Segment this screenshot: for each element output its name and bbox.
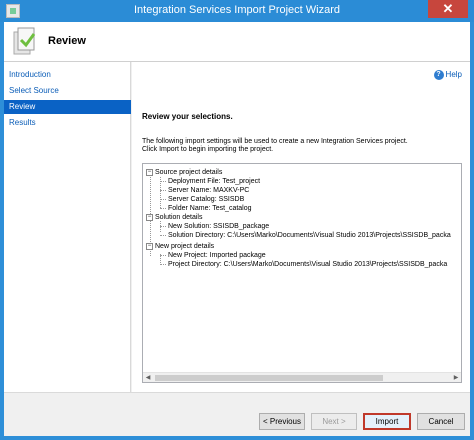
collapse-toggle-icon[interactable]: − — [146, 168, 153, 176]
tree-node-label: Source project details — [155, 169, 223, 176]
tree-leaf-folder-name[interactable]: Folder Name: Test_catalog — [168, 204, 252, 213]
page-header: Review — [4, 22, 470, 62]
cancel-button[interactable]: Cancel — [417, 413, 465, 430]
tree-node-label: New project details — [155, 243, 215, 250]
tree-guide — [160, 199, 166, 200]
previous-button[interactable]: < Previous — [259, 413, 305, 430]
help-icon: ? — [433, 70, 444, 80]
tree-node-source[interactable]: − Source project details — [146, 168, 222, 177]
scroll-right-icon[interactable]: ▶ — [451, 373, 461, 382]
tree-guide — [160, 226, 166, 227]
title-bar[interactable]: Integration Services Import Project Wiza… — [0, 0, 474, 22]
page-title: Review — [48, 35, 86, 47]
collapse-toggle-icon[interactable]: − — [146, 213, 153, 221]
description: The following import settings will be us… — [142, 138, 462, 154]
scroll-left-icon[interactable]: ◀ — [143, 373, 153, 382]
section-title: Review your selections. — [142, 112, 233, 121]
wizard-nav: Introduction Select Source Review Result… — [4, 62, 131, 392]
tree-guide — [160, 235, 166, 236]
close-button[interactable]: ✕ — [428, 0, 468, 18]
tree-leaf-deployment-file[interactable]: Deployment File: Test_project — [168, 177, 260, 186]
tree-guide — [160, 255, 166, 256]
description-line-2: Click Import to begin importing the proj… — [142, 146, 274, 153]
window-title: Integration Services Import Project Wiza… — [133, 4, 341, 16]
wizard-page-icon — [13, 27, 36, 55]
tree-leaf-server-name[interactable]: Server Name: MAXKV-PC — [168, 186, 249, 195]
review-tree-view[interactable]: − Source project details Deployment File:… — [142, 163, 462, 383]
tree-leaf-server-catalog[interactable]: Server Catalog: SSISDB — [168, 195, 244, 204]
wizard-footer: < Previous Next > Import Cancel — [4, 392, 470, 436]
nav-item-review[interactable]: Review — [4, 100, 131, 114]
tree-node-solution[interactable]: − Solution details — [146, 213, 202, 222]
review-content: ? Help Review your selections. The follow… — [132, 62, 470, 392]
tree-leaf-new-project[interactable]: New Project: Imported package — [168, 251, 266, 260]
import-button[interactable]: Import — [363, 413, 411, 430]
tree-node-new-project[interactable]: − New project details — [146, 242, 214, 251]
collapse-toggle-icon[interactable]: − — [146, 242, 153, 250]
horizontal-scrollbar[interactable]: ◀ ▶ — [143, 372, 461, 382]
nav-item-introduction[interactable]: Introduction — [4, 68, 131, 82]
next-button[interactable]: Next > — [311, 413, 357, 430]
wizard-window: Integration Services Import Project Wiza… — [0, 0, 474, 440]
help-link[interactable]: ? Help — [433, 70, 462, 80]
nav-item-select-source[interactable]: Select Source — [4, 84, 131, 98]
description-line-1: The following import settings will be us… — [142, 138, 408, 145]
help-label: Help — [445, 70, 462, 80]
tree-guide — [160, 264, 166, 265]
tree-leaf-solution-directory[interactable]: Solution Directory: C:\Users\Marko\Docum… — [168, 231, 451, 240]
nav-item-results[interactable]: Results — [4, 116, 131, 130]
tree-guide — [160, 190, 166, 191]
tree-node-label: Solution details — [155, 214, 203, 221]
tree-guide — [160, 208, 166, 209]
scrollbar-thumb[interactable] — [155, 375, 383, 381]
tree-leaf-new-solution[interactable]: New Solution: SSISDB_package — [168, 222, 269, 231]
tree-guide — [160, 181, 166, 182]
tree-leaf-project-directory[interactable]: Project Directory: C:\Users\Marko\Docume… — [168, 260, 447, 269]
wizard-client-area: Review Introduction Select Source Review… — [4, 22, 470, 436]
